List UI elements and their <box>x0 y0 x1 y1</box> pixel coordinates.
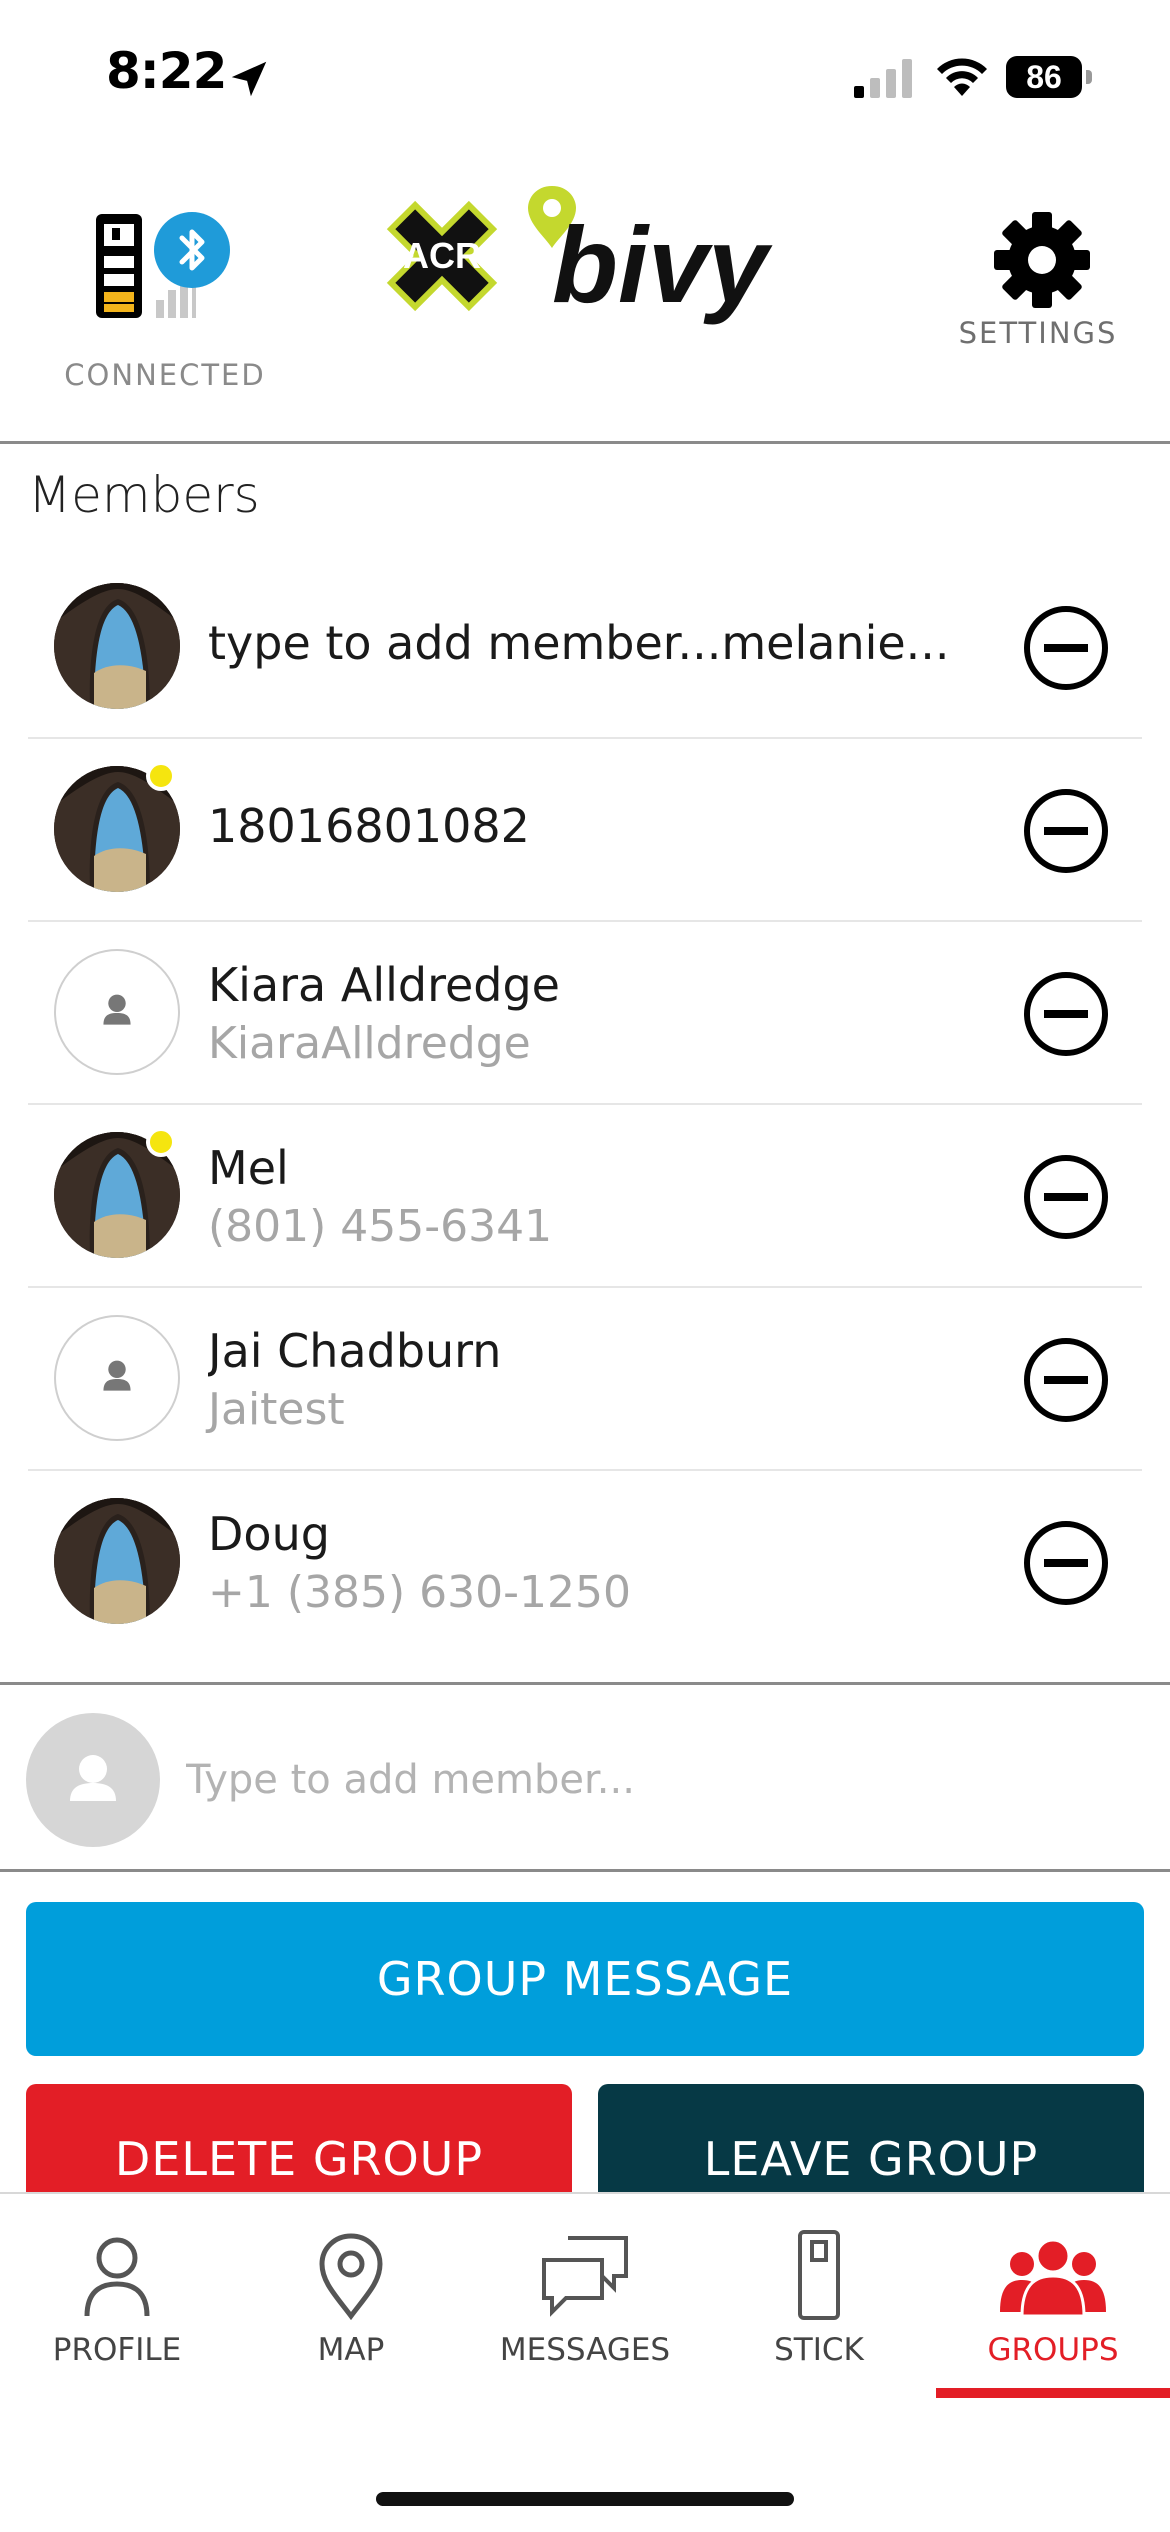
tab-label: PROFILE <box>52 2332 182 2368</box>
member-name: Kiara Alldredge <box>208 958 560 1012</box>
member-row[interactable]: type to add member...melanie... <box>28 556 1142 739</box>
battery-icon: 86 <box>1006 56 1092 98</box>
status-time: 8:22 <box>106 42 227 100</box>
remove-member-icon[interactable] <box>1022 1519 1110 1607</box>
member-name: Jai Chadburn <box>208 1324 502 1378</box>
tab-profile[interactable]: PROFILE <box>0 2194 234 2394</box>
member-subtitle: +1 (385) 630-1250 <box>208 1567 631 1618</box>
member-name: Doug <box>208 1507 330 1561</box>
group-icon <box>1000 2238 1106 2318</box>
tab-messages[interactable]: MESSAGES <box>468 2194 702 2394</box>
group-message-button[interactable]: GROUP MESSAGE <box>26 1902 1144 2056</box>
member-name: Mel <box>208 1141 289 1195</box>
svg-text:ACR: ACR <box>403 235 481 276</box>
status-bar: 8:22 86 <box>0 0 1170 150</box>
battery-level: 86 <box>1006 56 1082 98</box>
remove-member-icon[interactable] <box>1022 604 1110 692</box>
tab-label: GROUPS <box>987 2332 1119 2368</box>
tab-label: STICK <box>774 2332 864 2368</box>
connection-status-label: CONNECTED <box>64 358 266 392</box>
remove-member-icon[interactable] <box>1022 1153 1110 1241</box>
settings-label: SETTINGS <box>958 316 1118 350</box>
location-arrow-icon <box>231 61 267 97</box>
device-stick-icon <box>798 2230 840 2320</box>
device-connection-status[interactable]: CONNECTED <box>50 180 280 400</box>
chat-bubbles-icon <box>542 2236 628 2317</box>
avatar <box>54 1498 180 1624</box>
avatar <box>54 949 180 1075</box>
member-subtitle: (801) 455-6341 <box>208 1201 553 1252</box>
tab-label: MAP <box>317 2332 385 2368</box>
member-row[interactable]: 18016801082 <box>28 739 1142 922</box>
member-name: 18016801082 <box>208 799 530 853</box>
member-row[interactable]: Mel (801) 455-6341 <box>28 1105 1142 1288</box>
avatar <box>54 1315 180 1441</box>
map-pin-icon <box>319 2233 383 2320</box>
remove-member-icon[interactable] <box>1022 1336 1110 1424</box>
members-title: Members <box>28 466 260 524</box>
settings-button[interactable]: SETTINGS <box>944 210 1132 370</box>
tab-map[interactable]: MAP <box>234 2194 468 2394</box>
remove-member-icon[interactable] <box>1022 970 1110 1058</box>
remove-member-icon[interactable] <box>1022 787 1110 875</box>
bluetooth-icon <box>154 212 230 288</box>
member-row[interactable]: Kiara Alldredge KiaraAlldredge <box>28 922 1142 1105</box>
acr-bivy-logo: ACR bivy <box>386 186 773 325</box>
bottom-tab-bar: PROFILE MAP MESSAGES STICK GROUPS <box>0 2192 1170 2532</box>
tab-groups[interactable]: GROUPS <box>936 2194 1170 2394</box>
member-subtitle: Jaitest <box>208 1384 345 1435</box>
avatar <box>54 583 180 709</box>
online-status-dot <box>146 1127 176 1157</box>
member-subtitle: KiaraAlldredge <box>208 1018 531 1069</box>
app-header: CONNECTED ACR bivy SETTINGS <box>0 150 1170 444</box>
tab-label: MESSAGES <box>499 2332 671 2368</box>
online-status-dot <box>146 761 176 791</box>
tab-stick[interactable]: STICK <box>702 2194 936 2394</box>
active-tab-indicator <box>936 2388 1170 2398</box>
person-icon <box>84 2237 150 2317</box>
member-row[interactable]: Doug +1 (385) 630-1250 <box>28 1471 1142 1654</box>
member-name: type to add member...melanie... <box>208 616 950 670</box>
add-member-input[interactable] <box>186 1745 1086 1815</box>
gear-icon <box>994 212 1090 308</box>
new-member-avatar <box>26 1713 160 1847</box>
add-member-row <box>0 1682 1170 1872</box>
wifi-icon <box>937 58 987 96</box>
member-row[interactable]: Jai Chadburn Jaitest <box>28 1288 1142 1471</box>
svg-text:bivy: bivy <box>552 204 773 325</box>
home-indicator <box>376 2492 794 2506</box>
member-list: type to add member...melanie... 180168010… <box>28 556 1142 1654</box>
cellular-signal-icon <box>854 59 912 98</box>
